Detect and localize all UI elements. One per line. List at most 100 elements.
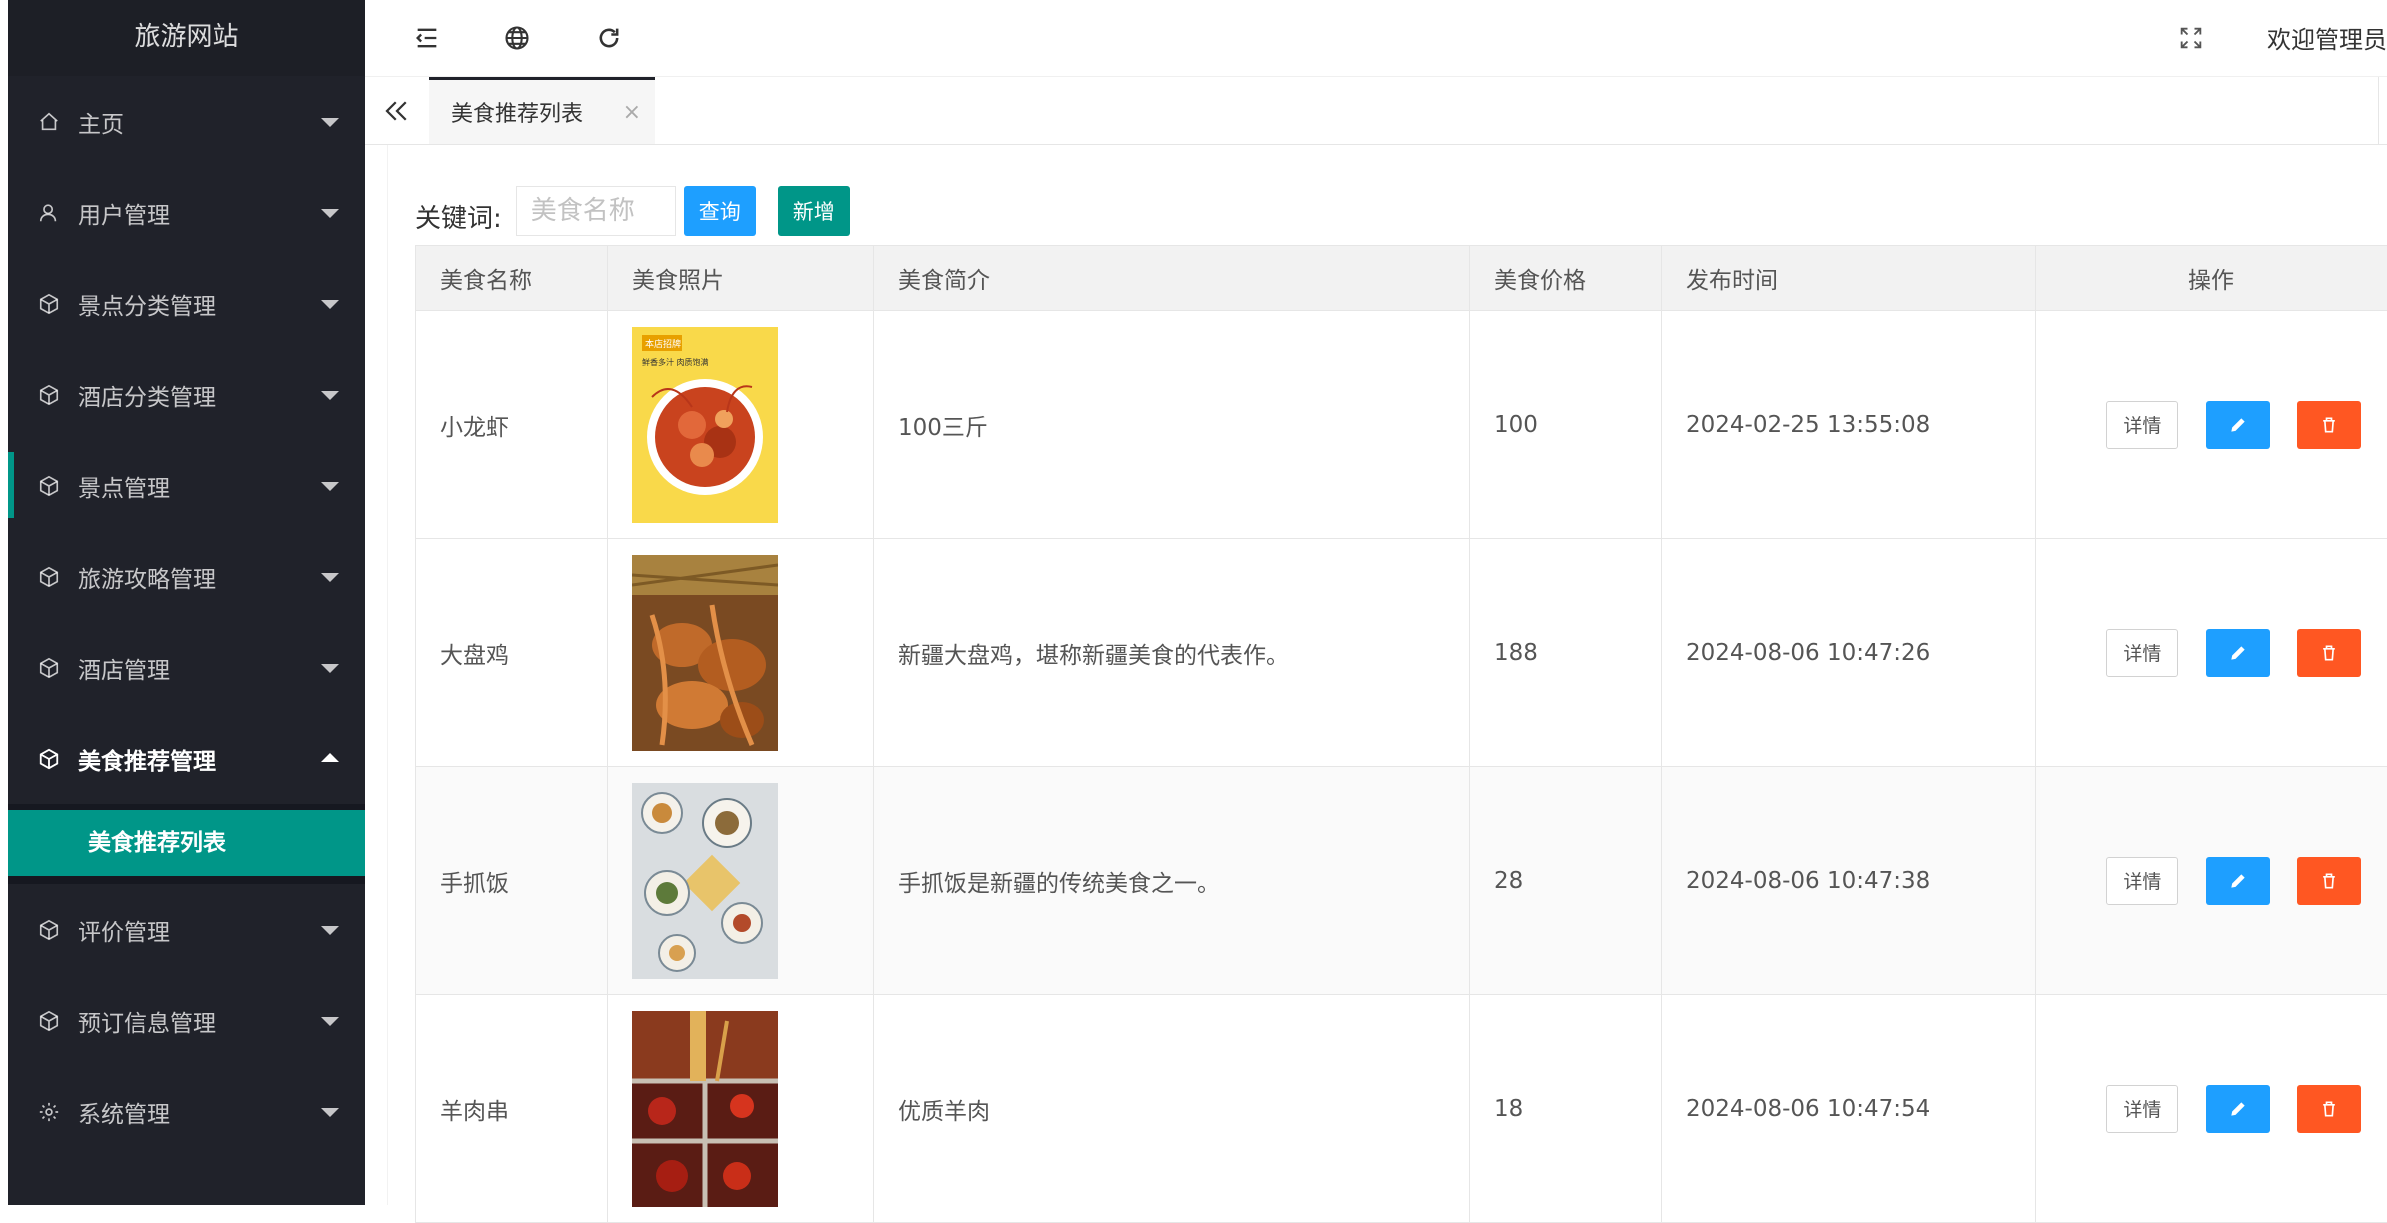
delete-button[interactable] — [2297, 401, 2361, 449]
food-photo-cell — [608, 767, 874, 995]
pilaf-photo[interactable] — [632, 783, 778, 979]
pencil-icon — [2228, 643, 2248, 663]
food-price: 188 — [1470, 539, 1662, 767]
food-intro: 新疆大盘鸡，堪称新疆美食的代表作。 — [874, 539, 1470, 767]
food-photo-cell: 本店招牌 鲜香多汁 肉质饱满 — [608, 311, 874, 539]
chevron-down-icon — [321, 300, 339, 309]
pencil-icon — [2228, 1099, 2248, 1119]
sidebar-item-system[interactable]: 系统管理 — [0, 1066, 365, 1157]
row-actions: 详情 — [2036, 311, 2387, 539]
content-divider — [387, 145, 388, 1205]
sidebar-edge — [0, 0, 8, 1205]
chevron-down-icon — [321, 391, 339, 400]
crayfish-photo[interactable]: 本店招牌 鲜香多汁 肉质饱满 — [632, 327, 778, 523]
delete-button[interactable] — [2297, 1085, 2361, 1133]
sidebar-item-bookings[interactable]: 预订信息管理 — [0, 975, 365, 1066]
sidebar-submenu-food: 美食推荐列表 — [0, 804, 365, 884]
edit-button[interactable] — [2206, 1085, 2270, 1133]
sidebar-item-home[interactable]: 主页 — [0, 76, 365, 167]
edit-button[interactable] — [2206, 401, 2270, 449]
cube-icon — [38, 919, 60, 941]
column-header: 美食价格 — [1470, 246, 1662, 311]
trash-icon — [2319, 415, 2339, 435]
chevron-down-icon — [321, 573, 339, 582]
close-icon[interactable]: × — [623, 100, 641, 125]
detail-button[interactable]: 详情 — [2106, 629, 2178, 677]
search-row: 关键词: 查询 新增 — [415, 185, 850, 237]
globe-icon[interactable] — [501, 22, 533, 54]
publish-time: 2024-08-06 10:47:54 — [1662, 995, 2036, 1223]
chevron-down-icon — [321, 1017, 339, 1026]
refresh-icon[interactable] — [593, 22, 625, 54]
sidebar-item-hotel[interactable]: 酒店管理 — [0, 622, 365, 713]
column-header: 操作 — [2036, 246, 2387, 311]
search-input[interactable] — [516, 186, 676, 236]
query-button[interactable]: 查询 — [684, 186, 756, 236]
top-header: 欢迎管理员 — [365, 0, 2387, 77]
sidebar-item-travel-guide[interactable]: 旅游攻略管理 — [0, 531, 365, 622]
chevron-down-icon — [321, 1108, 339, 1117]
food-intro: 手抓饭是新疆的传统美食之一。 — [874, 767, 1470, 995]
sidebar-item-reviews[interactable]: 评价管理 — [0, 884, 365, 975]
food-intro: 100三斤 — [874, 311, 1470, 539]
cube-icon — [38, 566, 60, 588]
cube-icon — [38, 1010, 60, 1032]
chevron-down-icon — [321, 926, 339, 935]
chevron-up-icon — [321, 753, 339, 762]
sidebar-item-food[interactable]: 美食推荐管理 — [0, 713, 365, 804]
food-name: 大盘鸡 — [416, 539, 608, 767]
food-name: 小龙虾 — [416, 311, 608, 539]
row-actions: 详情 — [2036, 995, 2387, 1223]
chevron-down-icon — [321, 664, 339, 673]
tab-food-list[interactable]: 美食推荐列表 × — [429, 77, 655, 144]
trash-icon — [2319, 643, 2339, 663]
column-header: 美食简介 — [874, 246, 1470, 311]
column-header: 美食名称 — [416, 246, 608, 311]
sidebar-item-users[interactable]: 用户管理 — [0, 167, 365, 258]
food-photo-cell — [608, 995, 874, 1223]
lamb-skewer-photo[interactable] — [632, 1011, 778, 1207]
detail-button[interactable]: 详情 — [2106, 1085, 2178, 1133]
sidebar-item-hotel-category[interactable]: 酒店分类管理 — [0, 349, 365, 440]
food-price: 18 — [1470, 995, 1662, 1223]
publish-time: 2024-08-06 10:47:38 — [1662, 767, 2036, 995]
row-actions: 详情 — [2036, 539, 2387, 767]
cube-icon — [38, 475, 60, 497]
sidebar-item-label: 酒店管理 — [78, 651, 170, 685]
collapse-menu-icon[interactable] — [411, 22, 443, 54]
publish-time: 2024-08-06 10:47:26 — [1662, 539, 2036, 767]
chevron-down-icon — [321, 482, 339, 491]
delete-button[interactable] — [2297, 857, 2361, 905]
sidebar-item-scenic[interactable]: 景点管理 — [0, 440, 365, 531]
sidebar-item-label: 系统管理 — [78, 1095, 170, 1129]
table-row: 大盘鸡 新疆大盘鸡，堪称新疆美食的代表作。 188 2024-0 — [416, 539, 2387, 767]
sidebar-item-food-list[interactable]: 美食推荐列表 — [8, 810, 365, 876]
detail-button[interactable]: 详情 — [2106, 857, 2178, 905]
table-header-row: 美食名称 美食照片 美食简介 美食价格 发布时间 操作 — [416, 246, 2387, 311]
food-table: 美食名称 美食照片 美食简介 美食价格 发布时间 操作 小龙虾 本店招牌 鲜香多… — [415, 245, 2387, 1223]
detail-button[interactable]: 详情 — [2106, 401, 2178, 449]
table-row: 羊肉串 优质羊肉 18 2024-08 — [416, 995, 2387, 1223]
sidebar: 旅游网站 主页 用户管理 景点分类管理 酒店分类管理 景点管理 旅游攻略管理 酒… — [0, 0, 365, 1205]
dapanji-photo[interactable] — [632, 555, 778, 751]
tabs-scroll-left-button[interactable] — [365, 77, 430, 144]
welcome-admin[interactable]: 欢迎管理员 — [2267, 20, 2387, 55]
sidebar-item-scenic-category[interactable]: 景点分类管理 — [0, 258, 365, 349]
cube-icon — [38, 384, 60, 406]
pencil-icon — [2228, 415, 2248, 435]
sidebar-item-label: 评价管理 — [78, 913, 170, 947]
edit-button[interactable] — [2206, 629, 2270, 677]
delete-button[interactable] — [2297, 629, 2361, 677]
fullscreen-icon[interactable] — [2175, 22, 2207, 54]
edit-button[interactable] — [2206, 857, 2270, 905]
tabs-bar: 美食推荐列表 × — [365, 77, 2387, 145]
food-photo-cell — [608, 539, 874, 767]
table-row: 小龙虾 本店招牌 鲜香多汁 肉质饱满 — [416, 311, 2387, 539]
add-button[interactable]: 新增 — [778, 186, 850, 236]
sidebar-item-label: 酒店分类管理 — [78, 378, 216, 412]
publish-time: 2024-02-25 13:55:08 — [1662, 311, 2036, 539]
gear-icon — [38, 1101, 60, 1123]
sidebar-item-label: 景点管理 — [78, 469, 170, 503]
sidebar-item-label: 景点分类管理 — [78, 287, 216, 321]
column-header: 美食照片 — [608, 246, 874, 311]
